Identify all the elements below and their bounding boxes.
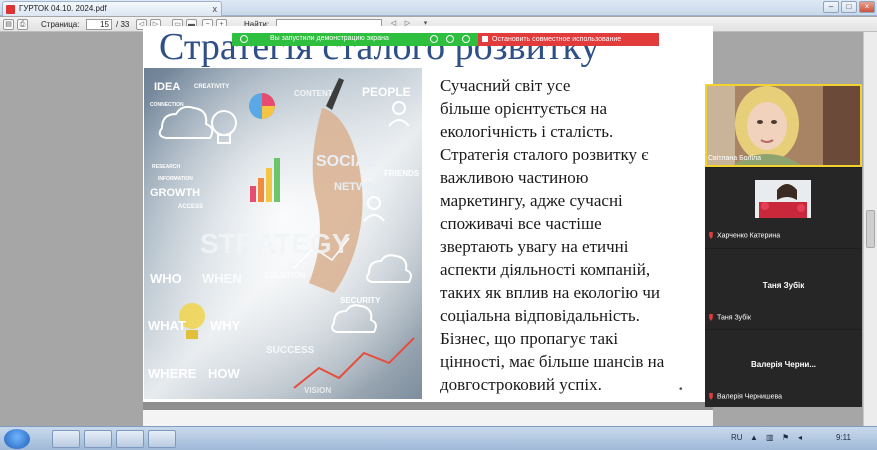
collage-word: SECURITY xyxy=(340,296,381,305)
vertical-scrollbar[interactable] xyxy=(863,32,877,426)
slide-text-line: соціальна відповідальність. xyxy=(440,306,640,325)
collage-word: INFORMATION xyxy=(158,176,193,182)
document-tab[interactable]: ГУРТОК 04.10. 2024.pdf x xyxy=(2,1,222,16)
collage-word: SUCCESS xyxy=(266,345,315,356)
taskbar-app-save-icon[interactable] xyxy=(52,430,80,448)
slide-bottom-edge xyxy=(143,402,713,410)
participant-display-name: Таня Зубік xyxy=(762,281,805,290)
taskbar-app-pdf-icon[interactable] xyxy=(148,430,176,448)
start-button-icon[interactable] xyxy=(4,429,30,449)
taskbar-app-window-icon[interactable] xyxy=(116,430,144,448)
slide-text-line: довгостроковий успіх. xyxy=(440,375,602,394)
collage-word: PEOPLE xyxy=(362,85,411,99)
collage-word: GROWTH xyxy=(150,187,200,199)
pause-icon[interactable] xyxy=(430,35,438,43)
pdf-icon xyxy=(6,5,15,14)
page-label: Страница: xyxy=(41,20,80,29)
stop-sharing-label: Остановить совместное использование xyxy=(492,36,622,43)
tray-flag-icon[interactable]: ⚑ xyxy=(782,433,789,442)
stop-sharing-button[interactable]: Остановить совместное использование xyxy=(478,33,659,46)
page-number-input[interactable]: 15 xyxy=(86,19,112,30)
slide-text-line: аспекти діяльності компаній, xyxy=(440,260,651,279)
participant-name: Харченко Катерина xyxy=(708,232,780,239)
collage-word: VISION xyxy=(304,386,331,395)
collage-word: CONTENT xyxy=(294,89,333,98)
collage-word: STRATEGY xyxy=(200,228,351,259)
collage-word: ACCESS xyxy=(178,204,203,210)
window-controls: – □ × xyxy=(823,1,875,13)
open-folder-icon[interactable]: ▤ xyxy=(3,19,14,30)
share-status-icon xyxy=(240,35,248,43)
tray-volume-icon[interactable]: ◂ xyxy=(798,433,802,442)
slide-text-line: цінності, має більше шансів на xyxy=(440,352,665,371)
slide-text-line: екологічність і сталість. xyxy=(440,122,614,141)
audio-icon[interactable] xyxy=(462,35,470,43)
participant-tile[interactable]: Харченко Катерина xyxy=(705,168,862,248)
collage-word: WHO xyxy=(150,271,182,286)
tab-title: ГУРТОК 04.10. 2024.pdf xyxy=(19,4,107,13)
settings-icon[interactable] xyxy=(446,35,454,43)
collage-word: WHAT xyxy=(148,318,186,333)
taskbar-app-zoom-icon[interactable] xyxy=(84,430,112,448)
collage-word: WHEN xyxy=(202,271,242,286)
participant-name: Таня Зубік xyxy=(708,314,751,321)
collage-word: IDEA xyxy=(154,81,180,93)
participants-video-panel: Світлана Боліла Харченко Катерина Таня З… xyxy=(705,84,862,407)
scrollbar-thumb[interactable] xyxy=(866,210,875,248)
slide-text-line: більше орієнтується на xyxy=(440,99,608,118)
title-bar: ГУРТОК 04.10. 2024.pdf x – □ × xyxy=(0,0,877,16)
clock[interactable]: 9:11 xyxy=(836,433,851,442)
collage-word: WHERE xyxy=(148,366,197,381)
share-banner-text: Вы запустили демонстрацию экрана xyxy=(270,35,389,42)
collage-word: RESEARCH xyxy=(152,164,180,170)
taskbar: RU ▲ ▥ ⚑ ◂ 9:11 xyxy=(0,426,877,450)
slide-text-line: споживачі все частіше xyxy=(440,214,602,233)
minimize-icon[interactable]: – xyxy=(823,1,839,13)
participant-name: Валерія Чернишева xyxy=(708,393,782,400)
next-page-edge xyxy=(143,410,713,426)
slide-text-line: маркетингу, адже сучасні xyxy=(440,191,623,210)
maximize-icon[interactable]: □ xyxy=(841,1,857,13)
collage-word: FRIENDS xyxy=(384,169,420,178)
slide-bullet-dot: • xyxy=(679,384,683,395)
collage-word: CONNECTION xyxy=(150,102,184,108)
mic-muted-icon xyxy=(709,232,713,239)
collage-word: CREATIVITY xyxy=(194,84,229,90)
tab-close-icon[interactable]: x xyxy=(213,2,218,16)
collage-word: SOCIAL xyxy=(316,153,377,170)
participant-tile[interactable]: Валерія Черни... Валерія Чернишева xyxy=(705,330,862,407)
slide-text-line: Бізнес, що пропагує такі xyxy=(440,329,619,348)
slide-page: Стратегія сталого розвитку IDEA CREATIVI… xyxy=(143,26,713,402)
collage-word: SOLUTION xyxy=(264,271,306,280)
collage-word: HOW xyxy=(208,366,241,381)
screen-share-banner: Вы запустили демонстрацию экрана xyxy=(232,33,478,46)
strategy-collage-image: IDEA CREATIVITY CONTENT PEOPLE CONNECTIO… xyxy=(144,68,422,399)
participant-name: Світлана Боліла xyxy=(708,155,762,162)
page-total: / 33 xyxy=(116,20,130,29)
participant-tile[interactable]: Таня Зубік Таня Зубік xyxy=(705,249,862,329)
print-icon[interactable]: ⎙ xyxy=(17,19,28,30)
slide-text-line: Стратегія сталого розвитку є xyxy=(440,145,649,164)
mic-muted-icon xyxy=(709,393,713,400)
close-icon[interactable]: × xyxy=(859,1,875,13)
slide-text-line: таких як вплив на екологію чи xyxy=(440,283,660,302)
stop-icon xyxy=(482,36,488,42)
collage-word: WHY xyxy=(210,318,241,333)
participant-display-name: Валерія Черни... xyxy=(750,360,817,369)
collage-word: NETWORK xyxy=(334,181,391,193)
slide-text-line: Сучасний світ усе xyxy=(440,76,571,95)
slide-text-line: важливою частиною xyxy=(440,168,589,187)
tray-chevron-icon[interactable]: ▲ xyxy=(750,433,758,442)
slide-text-line: звертають увагу на етичні xyxy=(440,237,629,256)
mic-muted-icon xyxy=(709,314,713,321)
tray-network-icon[interactable]: ▥ xyxy=(766,433,774,442)
collage-drawing: IDEA CREATIVITY CONTENT PEOPLE CONNECTIO… xyxy=(144,68,422,399)
slide-body-text: Сучасний світ усе більше орієнтується на… xyxy=(440,74,712,396)
language-indicator[interactable]: RU xyxy=(731,433,743,442)
screen: ГУРТОК 04.10. 2024.pdf x – □ × ▤ ⎙ Стран… xyxy=(0,0,877,450)
participant-tile[interactable]: Світлана Боліла xyxy=(705,84,862,167)
